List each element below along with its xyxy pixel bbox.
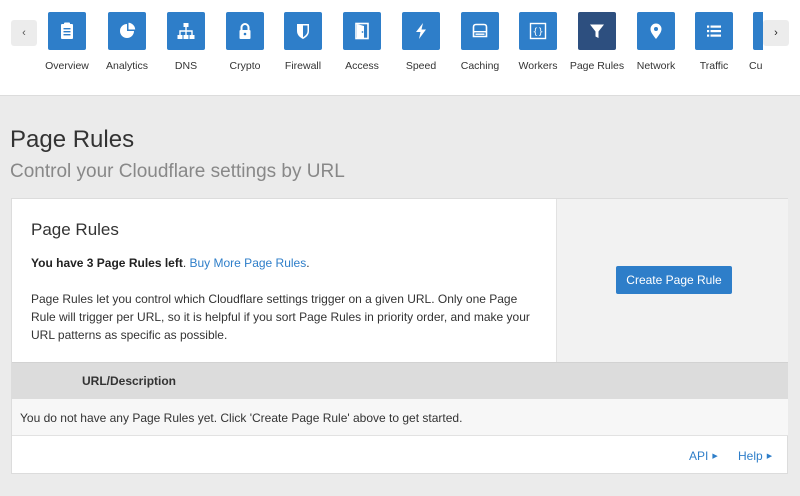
chevron-right-icon: › xyxy=(774,27,778,39)
page-title: Page Rules xyxy=(10,126,135,153)
buy-more-link[interactable]: Buy More Page Rules xyxy=(190,256,307,270)
map-pin-icon xyxy=(637,12,675,50)
nav-item-crypto[interactable]: Crypto xyxy=(216,12,274,72)
empty-state-message: You do not have any Page Rules yet. Clic… xyxy=(20,411,463,425)
caret-right-icon: ▶ xyxy=(766,453,773,460)
rules-remaining-end: . xyxy=(306,256,310,270)
nav-label: Network xyxy=(636,60,676,72)
caret-right-icon: ▶ xyxy=(712,453,718,460)
nav-item-speed[interactable]: Speed xyxy=(392,12,450,72)
nav-label: Cu xyxy=(749,60,763,72)
svg-text:{}: {} xyxy=(533,28,544,38)
page-subtitle: Control your Cloudflare settings by URL xyxy=(10,161,345,182)
shield-icon xyxy=(284,12,322,50)
nav-label: Caching xyxy=(460,60,500,72)
rules-remaining-count: You have 3 Page Rules left xyxy=(31,256,183,270)
chevron-left-icon: ‹ xyxy=(22,27,26,39)
nav-item-network[interactable]: Network xyxy=(627,12,685,72)
help-link-label: Help xyxy=(738,449,763,463)
nav-item-overview[interactable]: Overview xyxy=(38,12,96,72)
table-header: URL/Description xyxy=(12,362,788,399)
rules-remaining-text: You have 3 Page Rules left. Buy More Pag… xyxy=(31,256,310,270)
nav-label: Speed xyxy=(405,60,437,72)
nav-item-firewall[interactable]: Firewall xyxy=(274,12,332,72)
page-rules-card: Page Rules You have 3 Page Rules left. B… xyxy=(11,198,788,474)
page-rules-description: Page Rules let you control which Cloudfl… xyxy=(31,292,530,342)
lock-icon xyxy=(226,12,264,50)
api-link[interactable]: API ▶ xyxy=(689,449,718,463)
nav-label: DNS xyxy=(174,60,198,72)
api-link-label: API xyxy=(689,449,709,463)
rules-remaining-separator: . xyxy=(182,256,190,270)
nav-item-page-rules[interactable]: Page Rules xyxy=(568,12,626,72)
nav-label: Page Rules xyxy=(569,60,625,72)
card-title: Page Rules xyxy=(31,220,119,239)
scroll-left-button[interactable]: ‹ xyxy=(11,20,37,46)
pie-chart-icon xyxy=(108,12,146,50)
nav-label: Crypto xyxy=(229,60,261,72)
top-navigation: ‹ Overview Analytics DNS Crypto Firewall xyxy=(0,0,800,96)
card-info-panel: Page Rules You have 3 Page Rules left. B… xyxy=(12,199,556,362)
nav-item-dns[interactable]: DNS xyxy=(157,12,215,72)
server-icon xyxy=(461,12,499,50)
nav-label: Workers xyxy=(518,60,558,72)
card-action-panel: Create Page Rule xyxy=(556,199,788,362)
nav-item-custom[interactable]: Cu xyxy=(733,12,763,72)
network-tree-icon xyxy=(167,12,205,50)
nav-label: Overview xyxy=(45,60,89,72)
braces-icon: {} xyxy=(519,12,557,50)
nav-item-caching[interactable]: Caching xyxy=(451,12,509,72)
list-icon xyxy=(695,12,733,50)
help-link[interactable]: Help ▶ xyxy=(738,449,772,463)
lightning-icon xyxy=(402,12,440,50)
nav-item-access[interactable]: Access xyxy=(333,12,391,72)
nav-label: Analytics xyxy=(105,60,148,72)
card-footer: API ▶ Help ▶ xyxy=(12,436,788,474)
funnel-icon xyxy=(578,12,616,50)
nav-label: Firewall xyxy=(284,60,322,72)
custom-icon xyxy=(753,12,763,50)
nav-label: Traffic xyxy=(699,60,729,72)
create-page-rule-button[interactable]: Create Page Rule xyxy=(616,266,732,294)
nav-label: Access xyxy=(345,60,379,72)
nav-item-workers[interactable]: {} Workers xyxy=(509,12,567,72)
nav-item-analytics[interactable]: Analytics xyxy=(98,12,156,72)
table-empty-row: You do not have any Page Rules yet. Clic… xyxy=(12,399,788,436)
door-icon xyxy=(343,12,381,50)
clipboard-icon xyxy=(48,12,86,50)
column-header-url-description: URL/Description xyxy=(82,374,177,388)
scroll-right-button[interactable]: › xyxy=(763,20,789,46)
